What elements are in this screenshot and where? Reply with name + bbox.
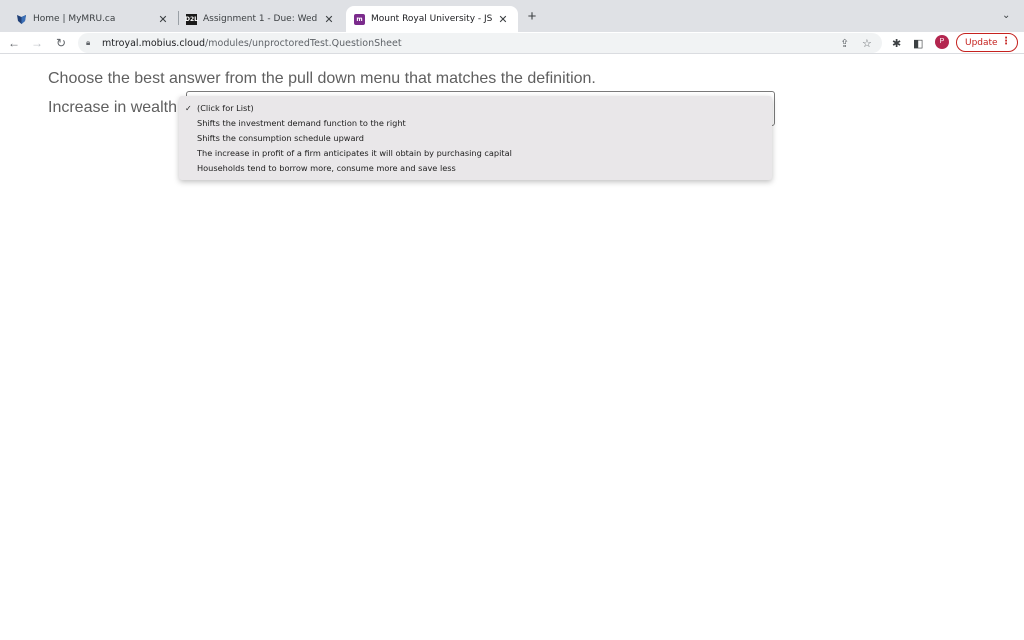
dropdown-option[interactable]: ✓ (Click for List) [179,101,772,116]
tab-title: Home | MyMRU.ca [33,14,116,24]
extensions-puzzle-icon[interactable]: ✱ [892,37,901,50]
definition-term: Increase in wealth [48,99,177,116]
browser-toolbar: ← → ↻ 🔒︎ mtroyal.mobius.cloud/modules/un… [0,32,1024,54]
dropdown-option[interactable]: Shifts the consumption schedule upward [179,131,772,146]
new-tab-button[interactable]: + [524,9,540,25]
update-button[interactable]: Update ⋮ [956,33,1018,52]
tab-mymru[interactable]: Home | MyMRU.ca ✕ [8,6,178,32]
close-tab-icon[interactable]: ✕ [322,13,336,26]
checkmark-icon: ✓ [185,104,192,113]
option-label: Households tend to borrow more, consume … [197,163,456,173]
tab-mobius[interactable]: m Mount Royal University - JS - I ✕ [346,6,518,32]
share-icon[interactable]: ⇪ [840,37,849,50]
dropdown-option[interactable]: The increase in profit of a firm anticip… [179,146,772,161]
tab-title: Mount Royal University - JS - I [371,14,492,24]
address-bar[interactable]: 🔒︎ mtroyal.mobius.cloud/modules/unprocto… [78,33,882,53]
bookmark-star-icon[interactable]: ☆ [862,37,872,50]
mobius-icon: m [354,13,365,25]
d2l-icon: D2L [185,13,198,25]
dropdown-option[interactable]: Shifts the investment demand function to… [179,116,772,131]
url-path: /modules/unproctoredTest.QuestionSheet [205,37,402,49]
tab-assignment[interactable]: D2L Assignment 1 - Due: Wednesda ✕ [178,6,344,32]
profile-avatar[interactable]: P [935,35,949,49]
url-host: mtroyal.mobius.cloud [102,37,206,49]
dropdown-option[interactable]: Households tend to borrow more, consume … [179,161,772,176]
tab-strip: Home | MyMRU.ca ✕ D2L Assignment 1 - Due… [0,0,1024,32]
reload-icon[interactable]: ↻ [53,35,69,51]
option-label: The increase in profit of a firm anticip… [197,148,512,158]
option-label: Shifts the consumption schedule upward [197,133,364,143]
option-label: Shifts the investment demand function to… [197,118,406,128]
tab-search-chevron-icon[interactable]: ⌄ [1002,10,1010,21]
close-tab-icon[interactable]: ✕ [156,13,170,26]
mru-shield-icon [16,14,27,25]
question-instruction: Choose the best answer from the pull dow… [48,70,596,87]
update-label: Update [965,37,998,48]
side-panel-icon[interactable]: ◧ [913,37,923,50]
back-arrow-icon[interactable]: ← [6,35,22,51]
option-label: (Click for List) [197,103,254,113]
more-menu-icon[interactable]: ⋮ [1001,36,1011,47]
forward-arrow-icon[interactable]: → [29,35,45,51]
tab-title: Assignment 1 - Due: Wednesda [203,14,318,24]
lock-icon[interactable]: 🔒︎ [86,38,96,48]
close-tab-icon[interactable]: ✕ [496,13,510,26]
answer-dropdown-list: ✓ (Click for List) Shifts the investment… [179,96,772,180]
